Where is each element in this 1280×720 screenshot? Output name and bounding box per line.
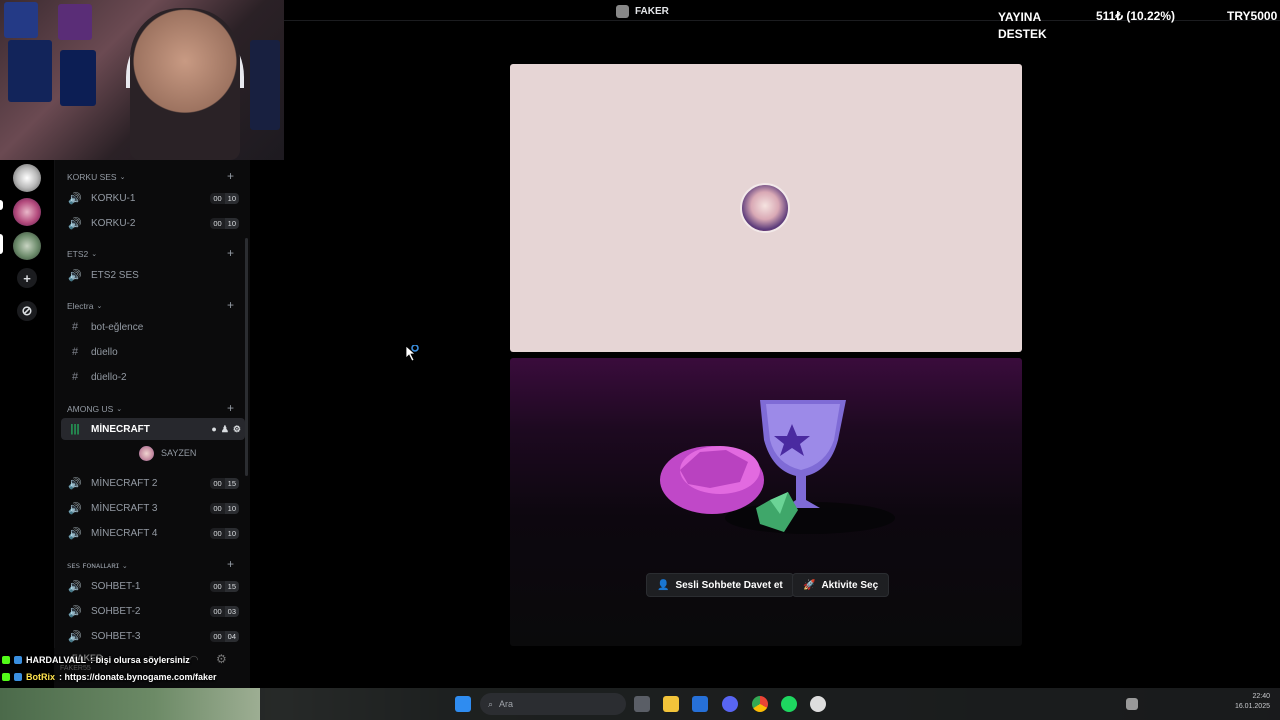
channel-sohbet-3[interactable]: 🔊 SOHBET-3 00 04 [61,625,245,647]
channel-korku-1[interactable]: 🔊 KORKU-1 00 10 [61,187,245,209]
gear-icon[interactable]: ⚙ [233,424,241,435]
avatar [740,183,790,233]
channel-minecraft-3[interactable]: 🔊 MİNECRAFT 3 00 10 [61,497,245,519]
hash-icon: # [71,371,79,383]
server-icon-2[interactable] [13,198,41,226]
choose-activity-button[interactable]: 🚀 Aktivite Seç [792,573,890,597]
invite-icon[interactable]: ♟ [221,424,229,435]
speaker-icon: 🔊 [68,217,82,230]
voice-active-icon: ||| [70,423,80,435]
chevron-down-icon: ⌄ [91,251,98,258]
speaker-icon: 🔊 [68,477,82,490]
hash-icon: # [71,321,79,333]
badge-icon [2,656,10,664]
user-limit-badge: 00 03 [210,605,239,617]
add-channel-icon[interactable]: + [227,557,234,571]
chevron-down-icon: ⌄ [116,406,123,413]
category-among-us[interactable]: AMONG US ⌄ [67,404,122,414]
donation-amount: 511₺ (10.22%) [1096,9,1176,23]
search-icon: ⌕ [488,698,494,709]
invite-to-voice-button[interactable]: 👤 Sesli Sohbete Davet et [646,573,794,597]
add-server-icon[interactable]: + [17,268,37,288]
unread-pill [0,200,3,210]
channel-minecraft-4[interactable]: 🔊 MİNECRAFT 4 00 10 [61,522,245,544]
badge-icon [14,673,22,681]
rocket-icon: 🚀 [803,579,816,591]
add-channel-icon[interactable]: + [227,169,234,183]
windows-start-icon[interactable] [455,696,471,712]
category-electra[interactable]: Electra ⌄ [67,301,102,311]
badge-icon [2,673,10,681]
server-icon [616,4,629,18]
server-rail: + ⊘ [0,160,54,688]
headphones-icon[interactable]: ◠ [189,653,199,666]
category-korku-ses[interactable]: KORKU SES ⌄ [67,172,125,182]
user-limit-badge: 00 10 [210,527,239,539]
chevron-down-icon: ⌄ [121,562,128,570]
speaker-icon: 🔊 [68,630,82,643]
add-user-icon: 👤 [657,579,670,591]
sidebar-scrollbar[interactable] [245,238,248,476]
channel-minecraft-active[interactable]: ||| MİNECRAFT ● ♟ ⚙ [61,418,245,440]
user-limit-badge: 00 15 [210,477,239,489]
taskbar-search[interactable]: ⌕ Ara [480,693,626,715]
user-limit-badge: 00 04 [210,630,239,642]
chevron-down-icon: ⌄ [119,174,126,181]
badge-icon [14,656,22,664]
channel-duello-2[interactable]: # düello-2 [61,366,245,388]
store-icon[interactable] [692,696,708,712]
speaker-icon: 🔊 [68,192,82,205]
avatar [139,445,154,461]
chat-icon[interactable]: ● [211,424,216,435]
obs-icon[interactable] [810,696,826,712]
donation-label: YAYINA DESTEK [998,10,1047,41]
donation-goal: TRY5000 [1227,9,1278,23]
file-explorer-icon[interactable] [663,696,679,712]
speaker-icon: 🔊 [68,502,82,515]
channel-duello[interactable]: # düello [61,341,245,363]
chevron-down-icon: ⌄ [96,303,103,310]
server-icon-3[interactable] [13,232,41,260]
channel-ets2-ses[interactable]: 🔊 ETS2 SES [61,264,245,286]
speaker-icon: 🔊 [68,269,82,282]
explore-servers-icon[interactable]: ⊘ [17,301,37,321]
chat-message: BotRix : https://donate.bynogame.com/fak… [0,669,217,685]
discord-icon[interactable] [722,696,738,712]
activity-illustration [660,400,895,534]
add-channel-icon[interactable]: + [227,298,234,312]
tray-icon[interactable] [1126,698,1138,710]
add-channel-icon[interactable]: + [227,401,234,415]
server-title: FAKER [616,4,669,18]
channel-korku-2[interactable]: 🔊 KORKU-2 00 10 [61,212,245,234]
spotify-icon[interactable] [781,696,797,712]
cursor-icon [405,345,419,362]
server-icon-faker[interactable] [13,164,41,192]
chrome-icon[interactable] [752,696,768,712]
clock[interactable]: 22:40 16.01.2025 [1220,692,1270,712]
speaker-icon: 🔊 [68,527,82,540]
selected-pill [0,234,3,254]
webcam-overlay [0,0,284,160]
channel-bot-eglence[interactable]: # bot-eğlence [61,316,245,338]
user-limit-badge: 00 10 [210,192,239,204]
category-ets2[interactable]: ETS2 ⌄ [67,249,97,259]
gear-icon[interactable]: ⚙ [216,652,227,666]
channel-sidebar: KORKU SES ⌄ + 🔊 KORKU-1 00 10 🔊 KORKU-2 00 10 E… [54,160,250,688]
task-view-icon[interactable] [634,696,650,712]
user-limit-badge: 00 10 [210,217,239,229]
channel-minecraft-2[interactable]: 🔊 MİNECRAFT 2 00 15 [61,472,245,494]
voice-member[interactable]: SAYZEN [139,445,196,461]
speaker-icon: 🔊 [68,605,82,618]
speaker-icon: 🔊 [68,580,82,593]
channel-sohbet-1[interactable]: 🔊 SOHBET-1 00 15 [61,575,245,597]
add-channel-icon[interactable]: + [227,246,234,260]
hash-icon: # [71,346,79,358]
channel-sohbet-2[interactable]: 🔊 SOHBET-2 00 03 [61,600,245,622]
category-ses-fonallari[interactable]: ꜱᴇꜱ ꜰᴏɴᴀʟʟᴀʀɪ ⌄ [67,560,128,571]
user-limit-badge: 00 10 [210,502,239,514]
chat-message: HARDALVALL : bişi olursa söylersiniz [0,652,190,668]
user-limit-badge: 00 15 [210,580,239,592]
server-name: FAKER [635,5,669,17]
